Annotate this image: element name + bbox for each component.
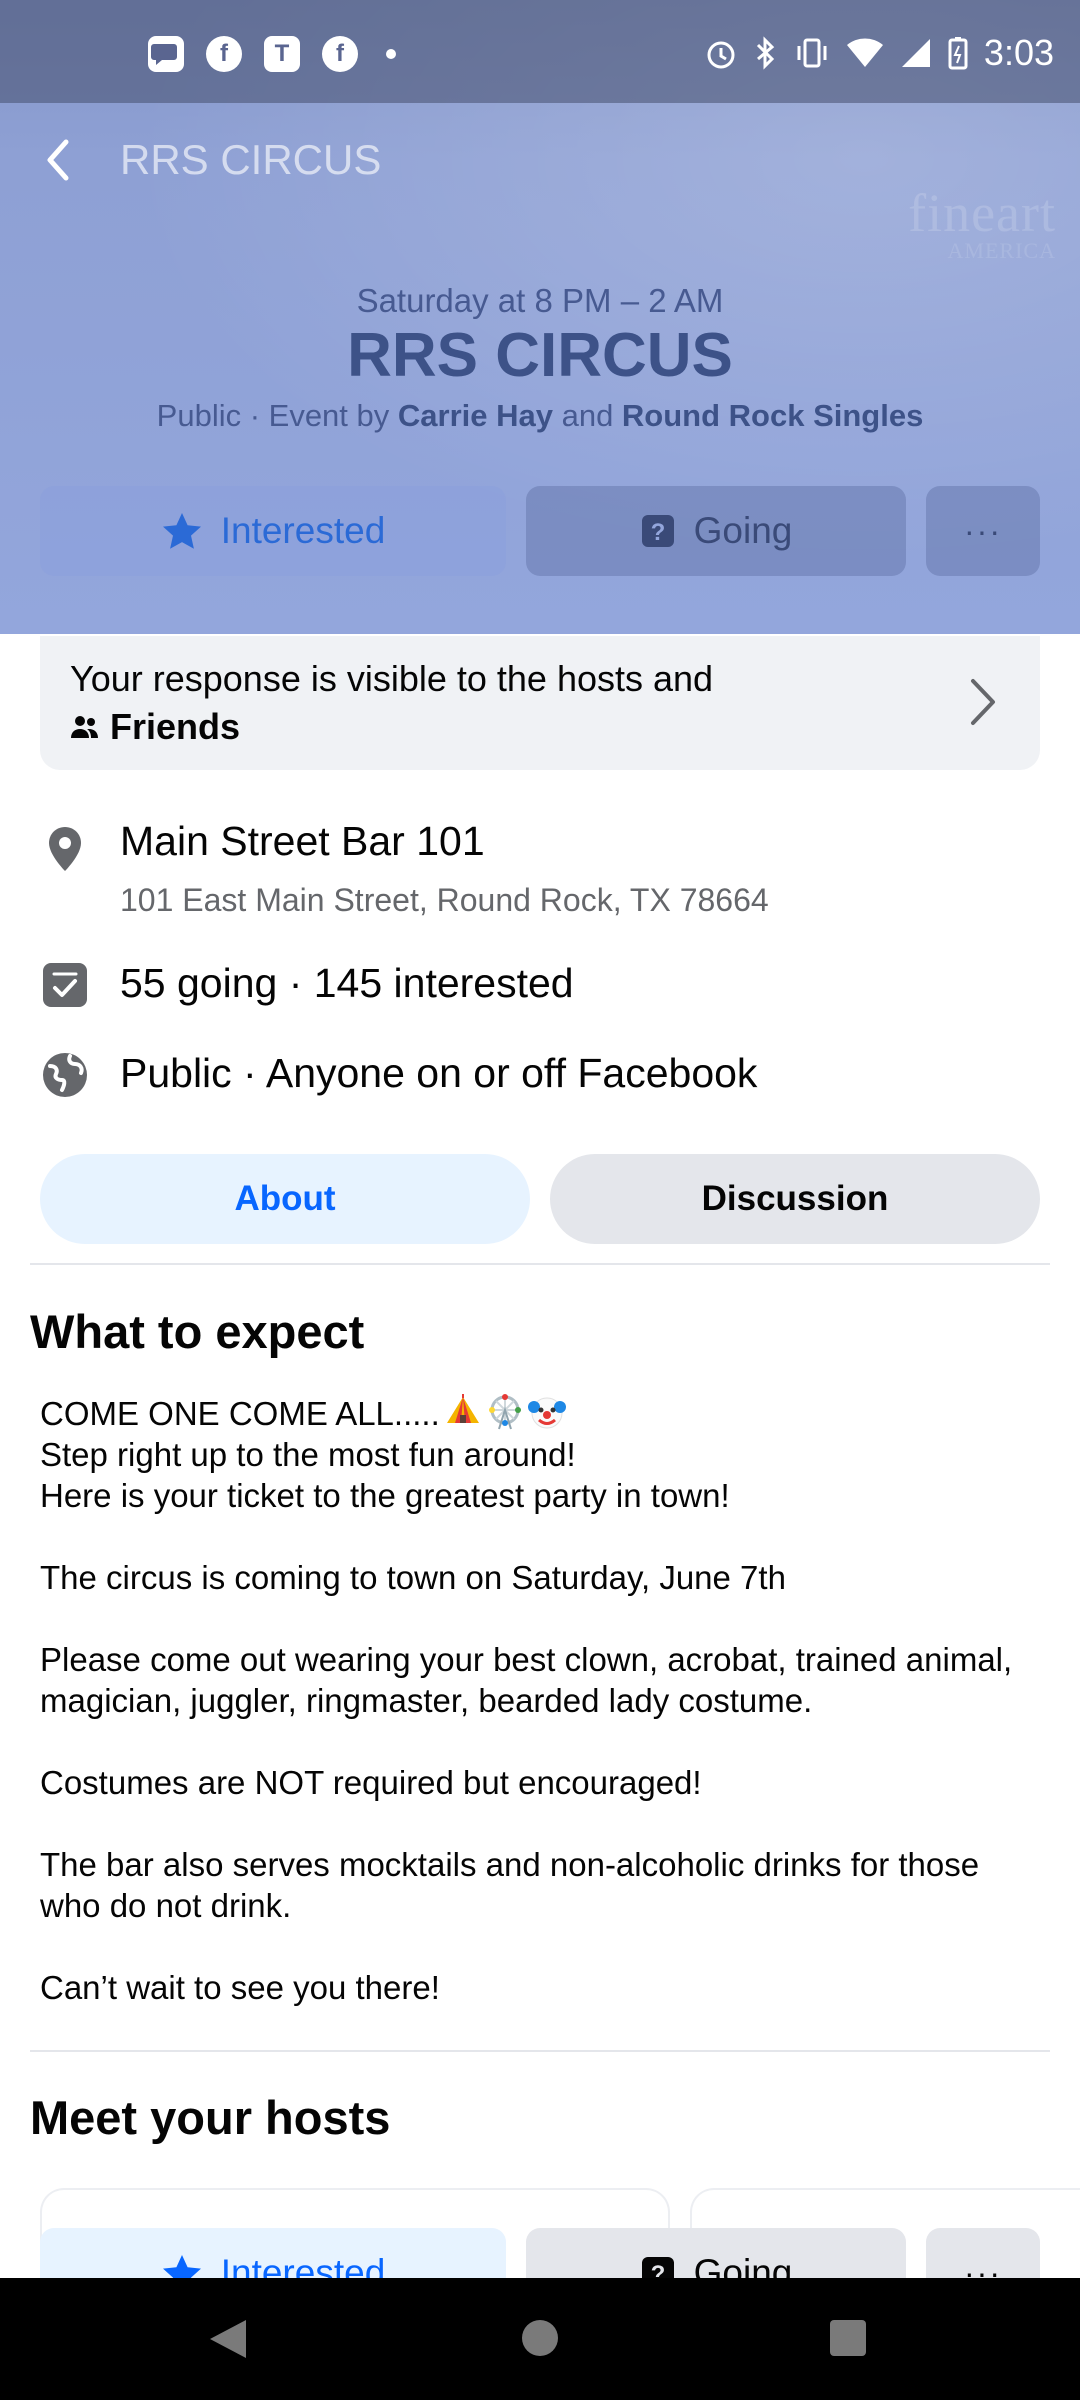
- facebook-icon: f: [322, 36, 358, 72]
- system-back-icon[interactable]: [206, 2318, 250, 2360]
- response-visibility-text: Your response is visible to the hosts an…: [70, 658, 714, 699]
- notification-dot-icon: [386, 49, 396, 59]
- description-line: Please come out wearing your best clown,…: [40, 1641, 1013, 1719]
- host-link-carrie-hay[interactable]: Carrie Hay: [398, 398, 553, 433]
- hosts-heading: Meet your hosts: [30, 2091, 391, 2144]
- event-datetime: Saturday at 8 PM – 2 AM: [356, 282, 724, 319]
- signal-icon: [901, 39, 930, 67]
- going-button[interactable]: ? Going: [526, 2228, 906, 2278]
- interested-button[interactable]: Interested: [40, 486, 506, 576]
- location-row[interactable]: Main Street Bar 101 101 East Main Street…: [40, 818, 1040, 928]
- venue-address: 101 East Main Street, Round Rock, TX 786…: [120, 882, 769, 918]
- clown-face-emoji-icon: [527, 1397, 566, 1429]
- top-nav: RRS CIRCUS: [0, 120, 1080, 200]
- tab-discussion[interactable]: Discussion: [550, 1154, 1040, 1244]
- chat-bubble-icon: [148, 36, 184, 72]
- privacy-text: Public · Anyone on or off Facebook: [120, 1050, 758, 1096]
- host-link-round-rock-singles[interactable]: Round Rock Singles: [622, 398, 923, 433]
- star-icon: [162, 513, 201, 549]
- friends-icon: [71, 716, 98, 738]
- event-cover: fineart AMERICA f T f 3:03 RRS CIRCUS Sa…: [0, 0, 1080, 634]
- bluetooth-icon: [756, 36, 775, 70]
- tab-about[interactable]: About: [40, 1154, 530, 1244]
- interested-button[interactable]: Interested: [40, 2228, 506, 2278]
- star-icon: [162, 2255, 201, 2278]
- description-text: COME ONE COME ALL.....: [40, 1395, 440, 1432]
- location-pin-icon: [49, 827, 81, 871]
- description-line: Costumes are NOT required but encouraged…: [40, 1764, 702, 1801]
- going-button[interactable]: ? Going: [526, 486, 906, 576]
- vibrate-icon: [797, 38, 827, 68]
- globe-icon: [43, 1053, 87, 1097]
- description-line: Can’t wait to see you there!: [40, 1969, 440, 2006]
- going-label: Going: [693, 2252, 793, 2278]
- byline-and: and: [552, 398, 622, 433]
- system-home-icon[interactable]: [522, 2320, 558, 2356]
- rsvp-actions: Interested ? Going ···: [40, 486, 1040, 576]
- circus-tent-emoji-icon: [446, 1394, 479, 1423]
- ticket-icon: ?: [641, 2257, 674, 2278]
- event-description: COME ONE COME ALL..... Step right up to …: [40, 1393, 1050, 2008]
- response-visibility-card[interactable]: Your response is visible to the hosts an…: [40, 636, 1040, 770]
- ticket-check-icon: [43, 963, 87, 1007]
- svg-text:?: ?: [650, 519, 665, 546]
- attendance-row[interactable]: 55 going · 145 interested: [40, 958, 1040, 1014]
- description-line: The bar also serves mocktails and non-al…: [40, 1846, 980, 1924]
- about-heading: What to expect: [30, 1305, 365, 1358]
- battery-icon: [948, 37, 968, 70]
- status-time: 3:03: [983, 32, 1054, 73]
- system-navigation-bar: [0, 2278, 1080, 2400]
- status-notification-icons: f T f: [148, 36, 396, 72]
- description-line: Step right up to the most fun around!: [40, 1436, 576, 1473]
- description-line: COME ONE COME ALL.....: [40, 1393, 1050, 1434]
- ticket-icon: ?: [641, 515, 674, 547]
- wifi-icon: [846, 38, 883, 67]
- event-tabs: About Discussion: [40, 1154, 1040, 1244]
- ferris-wheel-emoji-icon: [488, 1394, 521, 1430]
- facebook-icon: f: [206, 36, 242, 72]
- byline-prefix: Public · Event by: [156, 398, 398, 433]
- interested-label: Interested: [220, 510, 386, 551]
- event-title: RRS CIRCUS: [347, 321, 733, 390]
- sticky-rsvp-bar: Interested ? Going ···: [0, 2226, 1080, 2278]
- status-bar: f T f 3:03: [0, 0, 1080, 103]
- attendance-count: 55 going · 145 interested: [120, 960, 574, 1006]
- description-line: Here is your ticket to the greatest part…: [40, 1477, 730, 1514]
- response-audience-label: Friends: [110, 706, 241, 747]
- description-line: The circus is coming to town on Saturday…: [40, 1559, 786, 1596]
- going-label: Going: [693, 510, 793, 551]
- interested-label: Interested: [220, 2252, 386, 2278]
- alarm-icon: [707, 41, 735, 69]
- more-options-button[interactable]: ···: [926, 486, 1040, 576]
- response-audience: Friends: [70, 706, 240, 748]
- svg-text:?: ?: [650, 2261, 665, 2278]
- teams-icon: T: [264, 36, 300, 72]
- more-options-button[interactable]: ···: [926, 2228, 1040, 2278]
- section-divider: [30, 1263, 1050, 1265]
- event-byline: Public · Event by Carrie Hay and Round R…: [0, 398, 1080, 434]
- back-arrow-icon[interactable]: [36, 132, 86, 188]
- status-system-icons: 3:03: [704, 32, 1054, 74]
- nav-title: RRS CIRCUS: [120, 136, 382, 183]
- section-divider: [30, 2050, 1050, 2052]
- system-recents-icon[interactable]: [830, 2320, 866, 2356]
- privacy-row: Public · Anyone on or off Facebook: [40, 1048, 1040, 1104]
- venue-name[interactable]: Main Street Bar 101: [120, 818, 485, 865]
- rsvp-actions-sticky: Interested ? Going ···: [40, 2228, 1040, 2278]
- chevron-right-icon: [971, 679, 995, 725]
